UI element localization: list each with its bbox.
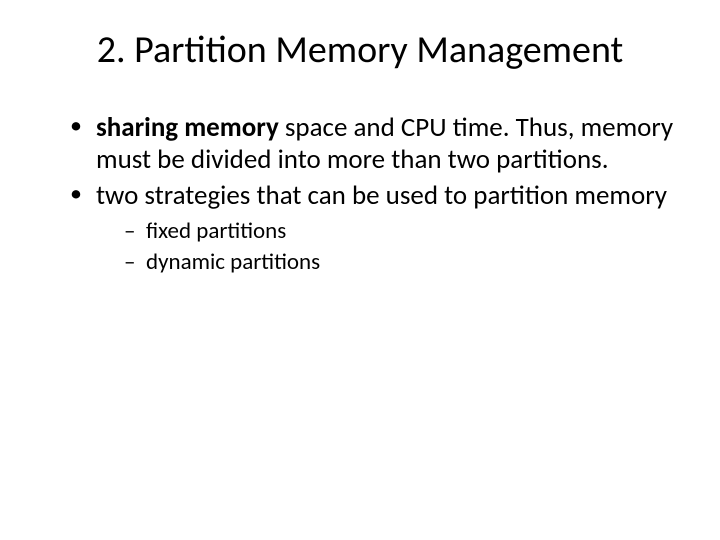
bullet-text: two strategies that can be used to parti…	[96, 179, 667, 212]
list-item: dynamic partitions	[124, 248, 680, 277]
sub-bullet-text: dynamic partitions	[146, 248, 320, 276]
list-item: sharing memory space and CPU time. Thus,…	[70, 112, 680, 176]
slide-title: 2. Partition Memory Management	[40, 30, 680, 72]
sub-bullet-text: fixed partitions	[146, 217, 286, 245]
sub-bullet-list: fixed partitions dynamic partitions	[124, 217, 680, 277]
slide: 2. Partition Memory Management sharing m…	[0, 0, 720, 540]
bullet-bold-text: sharing memory	[96, 111, 285, 144]
list-item: two strategies that can be used to parti…	[70, 180, 680, 277]
bullet-list: sharing memory space and CPU time. Thus,…	[70, 112, 680, 277]
list-item: fixed partitions	[124, 217, 680, 246]
